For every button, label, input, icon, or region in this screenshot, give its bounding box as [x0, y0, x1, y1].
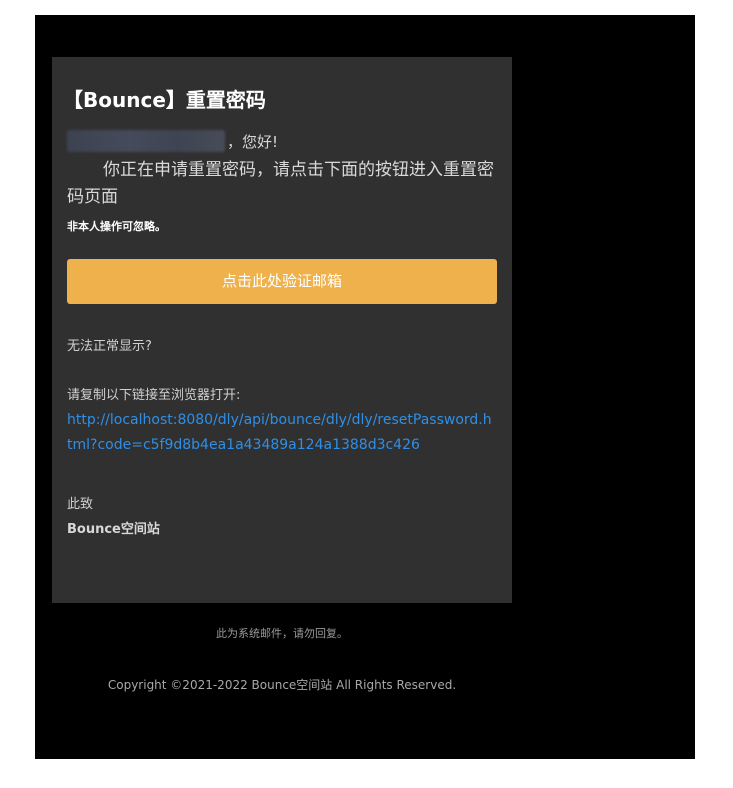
- system-mail-note: 此为系统邮件，请勿回复。: [216, 627, 348, 640]
- greeting: ，您好!: [67, 129, 497, 153]
- greeting-suffix: ，您好!: [227, 132, 279, 151]
- email-background: 【Bounce】重置密码 ，您好! 你正在申请重置密码，请点击下面的按钮进入重置…: [35, 15, 695, 759]
- cant-display-text: 无法正常显示?: [67, 339, 152, 354]
- email-card: 【Bounce】重置密码 ，您好! 你正在申请重置密码，请点击下面的按钮进入重置…: [52, 57, 512, 603]
- copy-link-prompt: 请复制以下链接至浏览器打开:: [67, 388, 241, 403]
- blurred-recipient-name: [67, 130, 225, 152]
- ignore-note: 非本人操作可忽略。: [67, 220, 166, 233]
- sign-off: 此致: [67, 497, 94, 512]
- main-message: 你正在申请重置密码，请点击下面的按钮进入重置密码页面: [67, 160, 494, 207]
- verify-email-button[interactable]: 点击此处验证邮箱: [67, 259, 497, 304]
- copyright-text: Copyright ©2021-2022 Bounce空间站 All Right…: [107, 678, 457, 692]
- reset-password-link[interactable]: http://localhost:8080/dly/api/bounce/dly…: [67, 408, 497, 458]
- sender-name: Bounce空间站: [67, 522, 160, 537]
- email-title: 【Bounce】重置密码: [63, 88, 266, 112]
